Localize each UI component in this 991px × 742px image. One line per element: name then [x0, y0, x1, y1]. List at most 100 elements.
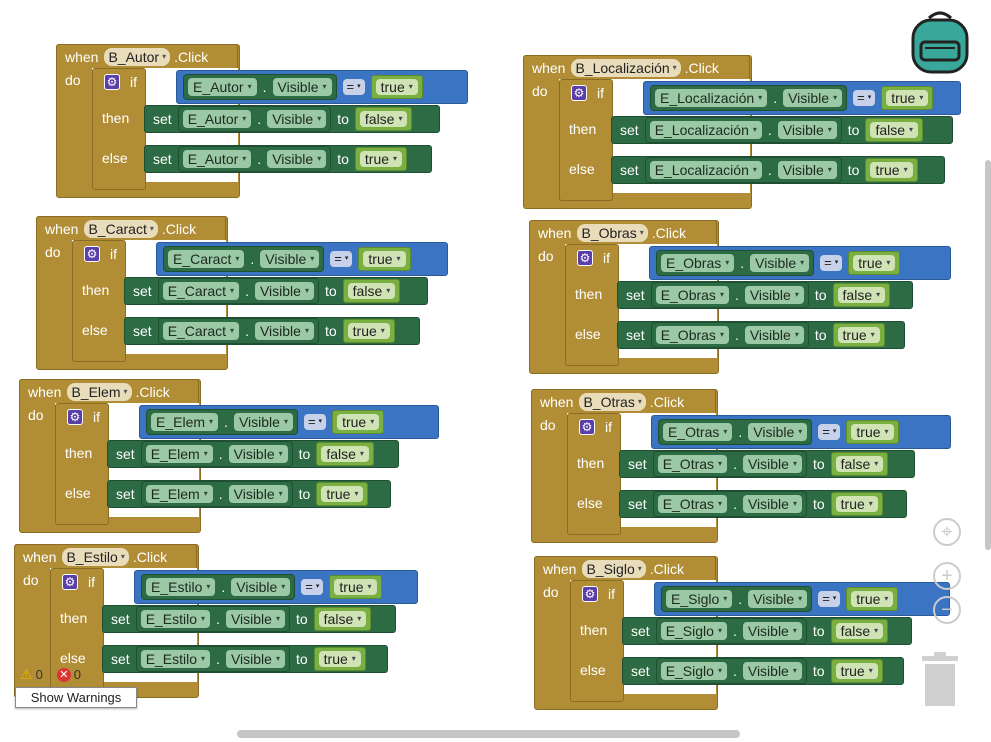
set-block[interactable]: set E_Obras ▾. Visible ▾ to true ▾ — [617, 321, 905, 349]
set-block[interactable]: set E_Estilo ▾. Visible ▾ to true ▾ — [102, 645, 388, 673]
component-dropdown[interactable]: E_Siglo ▾ — [660, 662, 727, 680]
property-dropdown[interactable]: Visible ▾ — [783, 89, 843, 107]
gear-icon[interactable]: ⚙ — [62, 574, 78, 590]
boolean-block[interactable]: false ▾ — [313, 607, 372, 631]
component-dropdown[interactable]: E_Obras ▾ — [661, 254, 735, 272]
boolean-dropdown[interactable]: false ▾ — [318, 611, 367, 627]
event-component-dropdown[interactable]: B_Otras ▾ — [579, 392, 646, 411]
component-dropdown[interactable]: E_Caract ▾ — [162, 282, 240, 300]
property-dropdown[interactable]: Visible ▾ — [742, 662, 802, 680]
property-dropdown[interactable]: Visible ▾ — [231, 578, 291, 596]
component-getter-block[interactable]: E_Siglo ▾. Visible ▾ — [661, 586, 813, 612]
gear-icon[interactable]: ⚙ — [577, 250, 593, 266]
boolean-block[interactable]: false ▾ — [342, 279, 401, 303]
compare-block[interactable]: E_Otras ▾. Visible ▾ = ▾ true ▾ — [651, 415, 951, 449]
property-dropdown[interactable]: Visible ▾ — [748, 590, 808, 608]
zoom-in-icon[interactable]: + — [933, 562, 961, 590]
boolean-block[interactable]: true ▾ — [832, 323, 885, 347]
set-block[interactable]: set E_Otras ▾. Visible ▾ to false ▾ — [619, 450, 915, 478]
component-dropdown[interactable]: E_Localización ▾ — [655, 89, 768, 107]
compare-block[interactable]: E_Siglo ▾. Visible ▾ = ▾ true ▾ — [654, 582, 950, 616]
set-block[interactable]: set E_Autor ▾. Visible ▾ to true ▾ — [144, 145, 432, 173]
boolean-dropdown[interactable]: false ▾ — [870, 122, 919, 138]
component-getter-block[interactable]: E_Obras ▾. Visible ▾ — [650, 322, 809, 348]
component-getter-block[interactable]: E_Estilo ▾. Visible ▾ — [135, 606, 290, 632]
boolean-dropdown[interactable]: false ▾ — [321, 446, 369, 462]
horizontal-scrollbar[interactable] — [237, 730, 740, 738]
boolean-block[interactable]: true ▾ — [354, 147, 408, 171]
component-getter-block[interactable]: E_Caract ▾. Visible ▾ — [163, 246, 325, 272]
zoom-out-icon[interactable]: − — [933, 596, 961, 624]
component-dropdown[interactable]: E_Estilo ▾ — [146, 578, 216, 596]
property-dropdown[interactable]: Visible ▾ — [225, 650, 285, 668]
property-dropdown[interactable]: Visible ▾ — [742, 622, 802, 640]
boolean-block[interactable]: true ▾ — [830, 492, 883, 516]
component-getter-block[interactable]: E_Autor ▾. Visible ▾ — [183, 74, 337, 100]
component-getter-block[interactable]: E_Elem ▾. Visible ▾ — [140, 481, 293, 507]
boolean-dropdown[interactable]: true ▾ — [321, 486, 364, 502]
boolean-block[interactable]: true ▾ — [846, 420, 899, 444]
compare-block[interactable]: E_Caract ▾. Visible ▾ = ▾ true ▾ — [156, 242, 448, 276]
operator-dropdown[interactable]: = ▾ — [818, 424, 841, 440]
operator-dropdown[interactable]: = ▾ — [820, 255, 843, 271]
component-getter-block[interactable]: E_Estilo ▾. Visible ▾ — [135, 646, 290, 672]
boolean-dropdown[interactable]: true ▾ — [347, 323, 390, 339]
boolean-block[interactable]: true ▾ — [329, 575, 382, 599]
set-block[interactable]: set E_Elem ▾. Visible ▾ to false ▾ — [107, 440, 399, 468]
set-block[interactable]: set E_Obras ▾. Visible ▾ to false ▾ — [617, 281, 913, 309]
boolean-block[interactable]: false ▾ — [832, 283, 891, 307]
boolean-dropdown[interactable]: true ▾ — [870, 162, 913, 178]
boolean-dropdown[interactable]: true ▾ — [334, 579, 377, 595]
boolean-block[interactable]: true ▾ — [342, 319, 395, 343]
event-component-dropdown[interactable]: B_Obras ▾ — [577, 223, 648, 242]
component-getter-block[interactable]: E_Caract ▾. Visible ▾ — [157, 278, 319, 304]
boolean-dropdown[interactable]: true ▾ — [337, 414, 380, 430]
boolean-dropdown[interactable]: true ▾ — [886, 90, 929, 106]
property-dropdown[interactable]: Visible ▾ — [742, 455, 802, 473]
set-block[interactable]: set E_Estilo ▾. Visible ▾ to false ▾ — [102, 605, 396, 633]
component-dropdown[interactable]: E_Localización ▾ — [649, 161, 762, 179]
target-icon[interactable]: ⌖ — [933, 518, 961, 546]
boolean-dropdown[interactable]: false ▾ — [359, 111, 408, 127]
property-dropdown[interactable]: Visible ▾ — [254, 282, 314, 300]
gear-icon[interactable]: ⚙ — [67, 409, 83, 425]
boolean-block[interactable]: true ▾ — [316, 482, 369, 506]
boolean-block[interactable]: true ▾ — [830, 659, 883, 683]
property-dropdown[interactable]: Visible ▾ — [742, 495, 802, 513]
boolean-block[interactable]: true ▾ — [881, 86, 934, 110]
set-block[interactable]: set E_Elem ▾. Visible ▾ to true ▾ — [107, 480, 391, 508]
property-dropdown[interactable]: Visible ▾ — [750, 254, 810, 272]
property-dropdown[interactable]: Visible ▾ — [777, 121, 837, 139]
component-dropdown[interactable]: E_Autor ▾ — [182, 110, 252, 128]
property-dropdown[interactable]: Visible ▾ — [267, 150, 327, 168]
operator-dropdown[interactable]: = ▾ — [301, 579, 324, 595]
component-getter-block[interactable]: E_Otras ▾. Visible ▾ — [652, 451, 807, 477]
boolean-dropdown[interactable]: true ▾ — [835, 663, 878, 679]
component-getter-block[interactable]: E_Obras ▾. Visible ▾ — [650, 282, 809, 308]
component-dropdown[interactable]: E_Autor ▾ — [182, 150, 252, 168]
compare-block[interactable]: E_Elem ▾. Visible ▾ = ▾ true ▾ — [139, 405, 439, 439]
boolean-dropdown[interactable]: true ▾ — [851, 591, 894, 607]
component-dropdown[interactable]: E_Otras ▾ — [663, 423, 733, 441]
component-dropdown[interactable]: E_Otras ▾ — [657, 455, 728, 473]
gear-icon[interactable]: ⚙ — [104, 74, 120, 90]
set-block[interactable]: set E_Localización ▾. Visible ▾ to true ▾ — [611, 156, 945, 184]
boolean-dropdown[interactable]: false ▾ — [347, 283, 396, 299]
component-getter-block[interactable]: E_Localización ▾. Visible ▾ — [650, 85, 848, 111]
component-getter-block[interactable]: E_Elem ▾. Visible ▾ — [140, 441, 293, 467]
component-getter-block[interactable]: E_Localización ▾. Visible ▾ — [644, 117, 842, 143]
vertical-scrollbar[interactable] — [985, 160, 991, 550]
operator-dropdown[interactable]: = ▾ — [330, 251, 353, 267]
event-component-dropdown[interactable]: B_Estilo ▾ — [62, 547, 129, 566]
component-dropdown[interactable]: E_Caract ▾ — [162, 322, 240, 340]
component-getter-block[interactable]: E_Elem ▾. Visible ▾ — [146, 409, 298, 435]
boolean-dropdown[interactable]: true ▾ — [835, 496, 878, 512]
gear-icon[interactable]: ⚙ — [582, 586, 598, 602]
boolean-dropdown[interactable]: false ▾ — [835, 456, 884, 472]
component-dropdown[interactable]: E_Siglo ▾ — [666, 590, 733, 608]
property-dropdown[interactable]: Visible ▾ — [748, 423, 808, 441]
boolean-block[interactable]: false ▾ — [316, 442, 374, 466]
operator-dropdown[interactable]: = ▾ — [303, 414, 327, 430]
event-component-dropdown[interactable]: B_Autor ▾ — [104, 47, 171, 66]
component-dropdown[interactable]: E_Estilo ▾ — [140, 650, 211, 668]
